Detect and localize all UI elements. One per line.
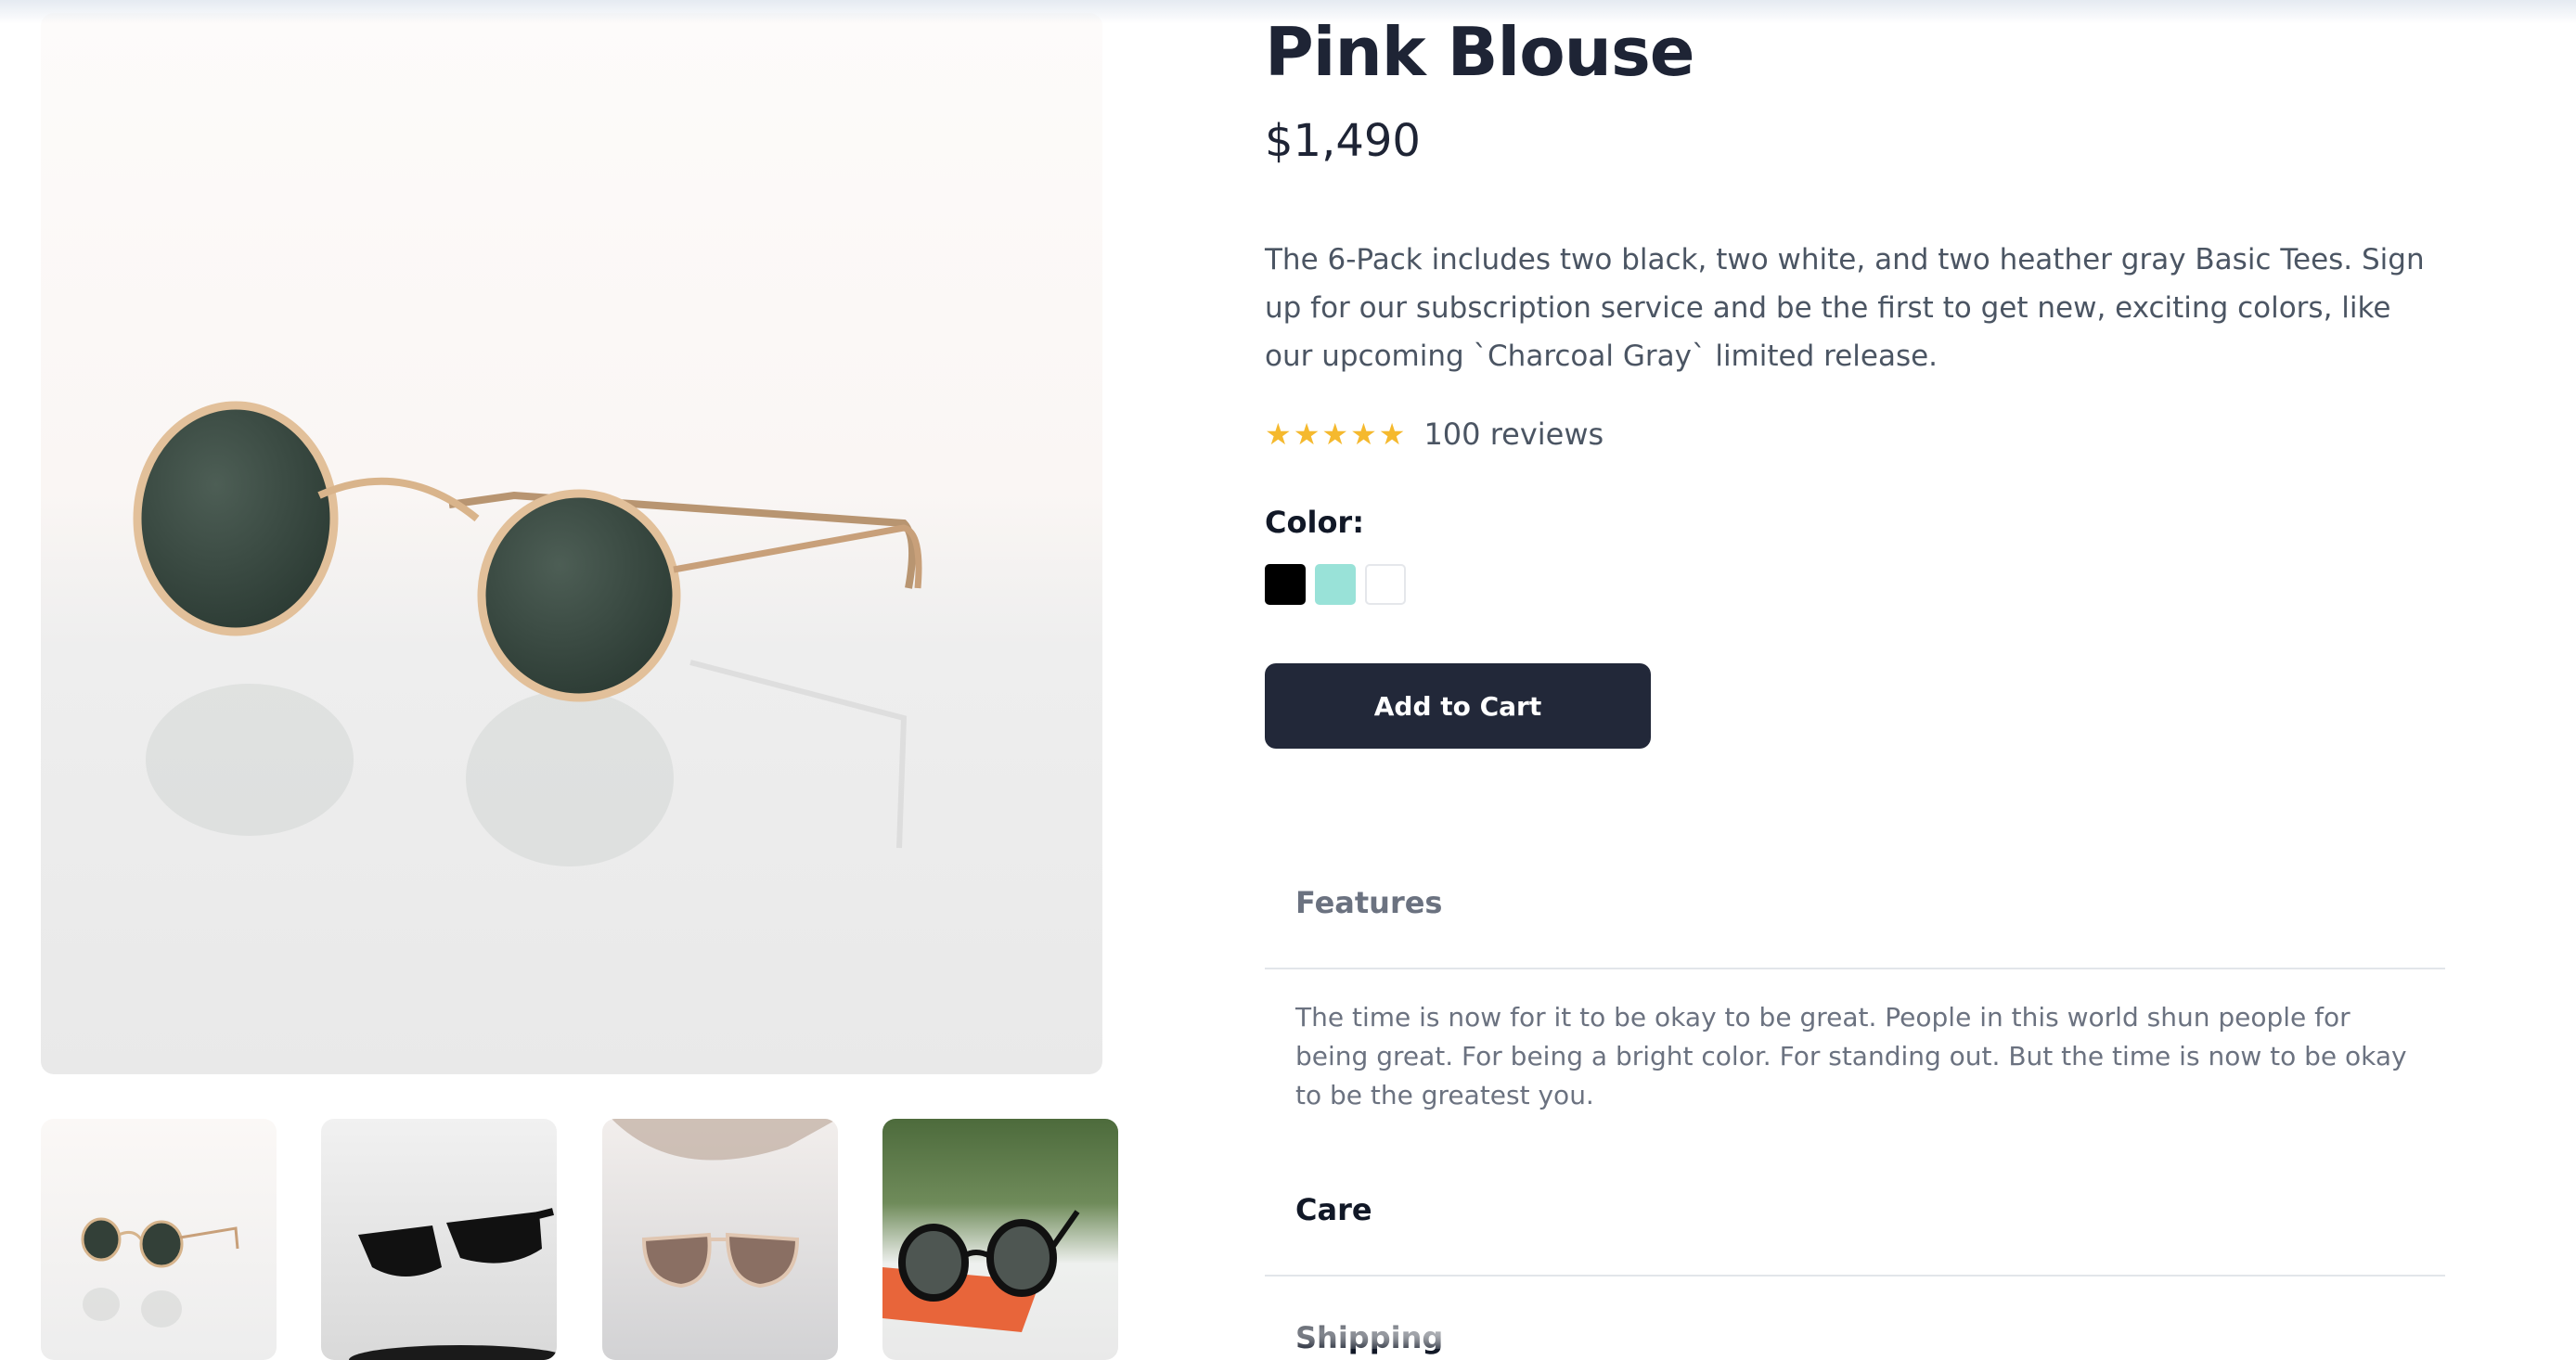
- black-round-sunglasses-icon: [882, 1210, 1080, 1332]
- round-gold-sunglasses-icon: [81, 1217, 239, 1328]
- top-shadow: [0, 0, 2576, 24]
- accordion-shipping-header[interactable]: Shipping: [1295, 1320, 1443, 1355]
- round-gold-sunglasses-image: [133, 401, 922, 866]
- reviews-link[interactable]: 100 reviews: [1423, 417, 1604, 452]
- product-rating: ★ ★ ★ ★ ★ 100 reviews: [1265, 414, 1604, 455]
- divider: [1265, 968, 2445, 969]
- tinted-cat-eye-sunglasses-icon: [612, 1119, 838, 1289]
- rating-stars: ★ ★ ★ ★ ★: [1265, 419, 1405, 449]
- black-wayfarer-sunglasses-icon: [349, 1208, 557, 1360]
- star-icon: ★: [1265, 417, 1292, 452]
- thumbnail-round-gold-sunglasses[interactable]: [41, 1119, 277, 1360]
- star-icon: ★: [1378, 417, 1406, 452]
- add-to-cart-button[interactable]: Add to Cart: [1265, 663, 1651, 749]
- product-description: The 6-Pack includes two black, two white…: [1265, 243, 2425, 373]
- features-body: The time is now for it to be okay to be …: [1295, 1002, 2407, 1110]
- color-swatch-1[interactable]: [1265, 564, 1306, 605]
- main-product-image[interactable]: [41, 13, 1102, 1074]
- product-title: Pink Blouse: [1265, 13, 1695, 91]
- thumbnail-black-round-sunglasses-on-box[interactable]: [882, 1119, 1118, 1360]
- divider: [1265, 1275, 2445, 1277]
- star-icon: ★: [1321, 417, 1349, 452]
- star-icon: ★: [1293, 417, 1320, 452]
- color-swatches: [1265, 564, 1406, 605]
- thumbnail-black-wayfarer-sunglasses[interactable]: [321, 1119, 557, 1360]
- color-swatch-3[interactable]: [1365, 564, 1406, 605]
- accordion-features-header[interactable]: Features: [1295, 885, 1442, 920]
- color-swatch-2[interactable]: [1315, 564, 1356, 605]
- thumbnail-tinted-cat-eye-sunglasses[interactable]: [602, 1119, 838, 1360]
- accordion-care-header[interactable]: Care: [1295, 1192, 1372, 1227]
- product-price: $1,490: [1265, 115, 1421, 167]
- color-label: Color:: [1265, 505, 1364, 540]
- star-icon: ★: [1350, 417, 1377, 452]
